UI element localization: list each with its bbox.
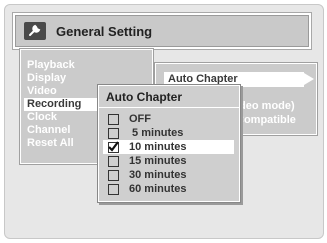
option-item[interactable]: 30 minutes [103, 168, 234, 182]
menu-item-reset-all[interactable]: Reset All [27, 137, 74, 150]
option-item[interactable]: OFF [103, 112, 234, 126]
option-label: 15 minutes [129, 155, 187, 167]
settings-screen: General Setting Playback Display Video R… [4, 4, 324, 239]
menu-item-clock[interactable]: Clock [27, 111, 57, 124]
option-item[interactable]: 15 minutes [103, 154, 234, 168]
menu-item-video[interactable]: Video [27, 85, 57, 98]
option-label: 5 minutes [129, 127, 184, 139]
submenu-partial-text-1: ideo mode) [236, 100, 295, 112]
checkbox-icon[interactable] [108, 127, 119, 139]
page-title: General Setting [56, 23, 153, 39]
option-label: OFF [129, 113, 151, 125]
popup-title: Auto Chapter [99, 86, 239, 108]
auto-chapter-popup: Auto Chapter OFF 5 minutes 10 minutes 15 m… [98, 85, 240, 202]
wrench-icon [22, 21, 48, 41]
option-label: 60 minutes [129, 183, 187, 195]
checkbox-checked-icon[interactable] [108, 140, 119, 153]
submenu-partial-text-2: Compatible [236, 114, 296, 126]
checkbox-icon[interactable] [108, 113, 119, 125]
menu-item-channel[interactable]: Channel [27, 124, 70, 137]
arrow-right-icon [304, 73, 314, 85]
option-item[interactable]: 10 minutes [103, 140, 234, 154]
menu-item-playback[interactable]: Playback [27, 59, 75, 72]
checkbox-icon[interactable] [108, 183, 119, 195]
title-bar: General Setting [15, 15, 309, 47]
checkbox-icon[interactable] [108, 155, 119, 167]
menu-item-display[interactable]: Display [27, 72, 66, 85]
menu-item-recording[interactable]: Recording [24, 98, 97, 111]
option-label: 30 minutes [129, 169, 187, 181]
option-item[interactable]: 60 minutes [103, 182, 234, 196]
checkbox-icon[interactable] [108, 169, 119, 181]
option-label: 10 minutes [129, 141, 187, 153]
option-item[interactable]: 5 minutes [103, 126, 234, 140]
